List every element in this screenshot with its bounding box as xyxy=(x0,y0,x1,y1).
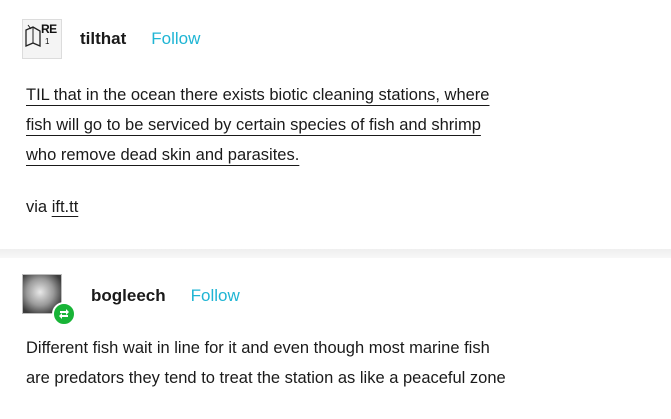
username-tilthat[interactable]: tilthat xyxy=(80,29,126,49)
reblog-badge xyxy=(52,302,76,326)
post-header: RE 1 tilthat Follow xyxy=(22,19,200,59)
book-sketch-icon xyxy=(25,24,41,47)
post-divider xyxy=(0,249,671,258)
post-bogleech: bogleech Follow Different fish wait in l… xyxy=(0,258,671,419)
tilthat-avatar[interactable]: RE 1 xyxy=(22,19,62,59)
post-body-line: TIL that in the ocean there exists bioti… xyxy=(26,86,490,104)
username-bogleech[interactable]: bogleech xyxy=(91,286,166,306)
avatar-text-small: 1 xyxy=(45,37,50,46)
reblog-icon xyxy=(59,309,69,319)
post-body-line: are predators they tend to treat the sta… xyxy=(26,369,506,387)
via-source: via ift.tt xyxy=(26,198,78,217)
via-prefix: via xyxy=(26,198,48,216)
avatar-wrapper xyxy=(22,274,76,326)
post-tilthat: RE 1 tilthat Follow TIL that in the ocea… xyxy=(0,0,671,248)
post-body-text[interactable]: TIL that in the ocean there exists bioti… xyxy=(26,80,626,170)
post-body-line: Different fish wait in line for it and e… xyxy=(26,339,490,357)
post-body-text: Different fish wait in line for it and e… xyxy=(26,333,666,393)
post-body-line: fish will go to be serviced by certain s… xyxy=(26,116,481,134)
source-link[interactable]: ift.tt xyxy=(52,198,79,216)
follow-button[interactable]: Follow xyxy=(151,29,200,49)
follow-button[interactable]: Follow xyxy=(191,286,240,306)
post-body-line: who remove dead skin and parasites. xyxy=(26,146,300,164)
post-header: bogleech Follow xyxy=(22,274,240,326)
avatar-text: RE xyxy=(41,22,57,36)
